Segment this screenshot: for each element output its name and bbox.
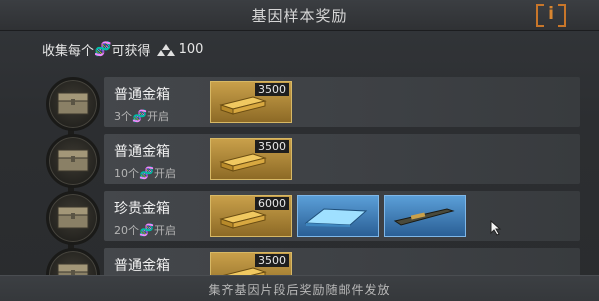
chest-badge [46, 134, 100, 188]
collect-prefix: 收集每个 [42, 44, 95, 59]
crystal-plate-icon [304, 208, 368, 227]
reward-requirement: 10个🧬开启 [114, 165, 176, 181]
collect-info: 收集每个🧬可获得 100 [42, 40, 204, 60]
dna-icon: 🧬 [94, 41, 112, 58]
req-suffix: 开启 [153, 167, 176, 180]
req-suffix: 开启 [146, 110, 169, 123]
reward-row[interactable]: 普通金箱 3个🧬开启 3500 [104, 77, 580, 127]
blue-crystal-item[interactable] [297, 195, 379, 237]
req-count: 3个 [114, 110, 132, 123]
gold-bars-item[interactable]: 6000 [210, 195, 292, 237]
reward-name: 珍贵金箱 [114, 201, 170, 217]
gold-bars-item[interactable]: 3500 [210, 138, 292, 180]
chest-icon [57, 149, 89, 172]
reward-requirement: 3个🧬开启 [114, 108, 169, 124]
reward-requirement: 20个🧬开启 [114, 222, 176, 238]
req-count: 10个 [114, 167, 139, 180]
reward-name: 普通金箱 [114, 87, 170, 103]
reward-row[interactable]: 普通金箱 10个🧬开启 3500 [104, 134, 580, 184]
item-quantity: 6000 [255, 197, 289, 210]
reward-name: 普通金箱 [114, 258, 170, 274]
item-quantity: 3500 [255, 83, 289, 96]
weapon-icon [393, 208, 455, 226]
collect-amount: 100 [178, 42, 204, 57]
mouse-cursor-icon [490, 220, 502, 236]
chest-icon [57, 206, 89, 229]
item-quantity: 3500 [255, 140, 289, 153]
reward-row[interactable]: 珍贵金箱 20个🧬开启 6000 [104, 191, 580, 241]
footer-bar: 集齐基因片段后奖励随邮件发放 [0, 275, 599, 301]
dna-icon: 🧬 [139, 223, 154, 237]
reward-name: 普通金箱 [114, 144, 170, 160]
dna-icon: 🧬 [132, 109, 147, 123]
gold-bars-item[interactable]: 3500 [210, 81, 292, 123]
footer-note: 集齐基因片段后奖励随邮件发放 [208, 283, 391, 297]
info-button[interactable]: i [536, 4, 566, 27]
weapon-blueprint-item[interactable] [384, 195, 466, 237]
panel-title: 基因样本奖励 [251, 7, 348, 25]
chest-badge [46, 191, 100, 245]
reward-panel: 基因样本奖励 i 收集每个🧬可获得 100 普通金箱 3个🧬开启 3500 普通… [0, 0, 599, 301]
dna-icon: 🧬 [139, 166, 154, 180]
item-quantity: 3500 [255, 254, 289, 267]
req-suffix: 开启 [153, 224, 176, 237]
gold-pile-icon [156, 43, 175, 56]
collect-middle: 可获得 [111, 44, 151, 59]
title-bar: 基因样本奖励 i [0, 0, 599, 31]
req-count: 20个 [114, 224, 139, 237]
info-icon: i [548, 4, 554, 24]
chest-icon [57, 92, 89, 115]
chest-badge [46, 77, 100, 131]
